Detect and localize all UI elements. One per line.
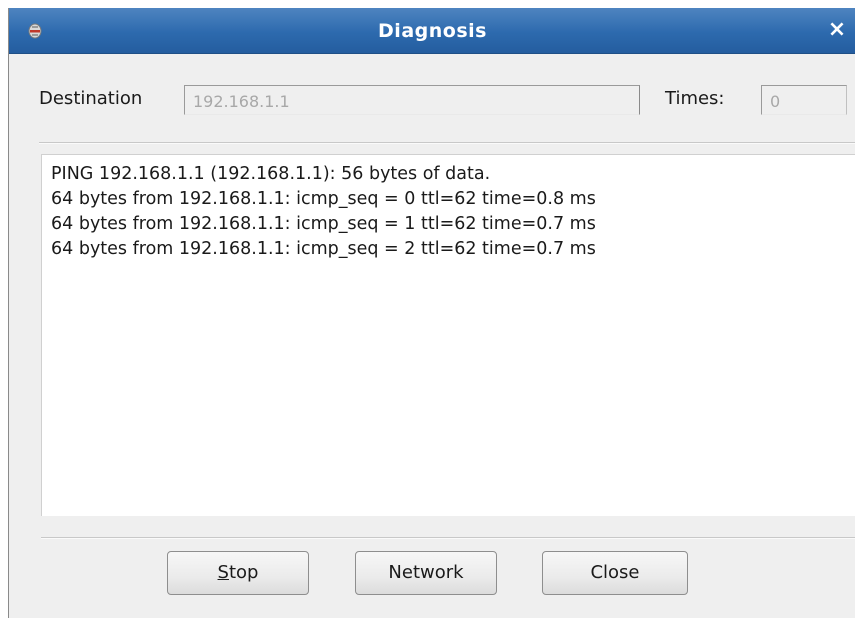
output-line: 64 bytes from 192.168.1.1: icmp_seq = 2 … — [51, 239, 596, 259]
output-line: 64 bytes from 192.168.1.1: icmp_seq = 0 … — [51, 189, 596, 209]
title-bar[interactable]: Diagnosis × — [9, 8, 855, 54]
output-line: 64 bytes from 192.168.1.1: icmp_seq = 1 … — [51, 214, 596, 234]
separator — [39, 142, 855, 144]
diagnosis-dialog: Diagnosis × Destination Times: PING 192.… — [8, 8, 855, 618]
stop-button-mnemonic: S — [217, 562, 229, 583]
times-label: Times: — [665, 88, 725, 109]
output-line: PING 192.168.1.1 (192.168.1.1): 56 bytes… — [51, 164, 491, 184]
stop-button[interactable]: Stop — [167, 551, 309, 595]
ping-output-area[interactable]: PING 192.168.1.1 (192.168.1.1): 56 bytes… — [41, 154, 855, 516]
close-button[interactable]: Close — [542, 551, 688, 595]
destination-input[interactable] — [184, 85, 640, 115]
close-icon[interactable]: × — [822, 15, 852, 45]
separator — [41, 537, 855, 539]
network-button[interactable]: Network — [355, 551, 497, 595]
stop-button-label: top — [228, 562, 259, 583]
destination-label: Destination — [39, 88, 143, 109]
times-input[interactable] — [761, 85, 847, 115]
window-title: Diagnosis — [378, 20, 487, 42]
